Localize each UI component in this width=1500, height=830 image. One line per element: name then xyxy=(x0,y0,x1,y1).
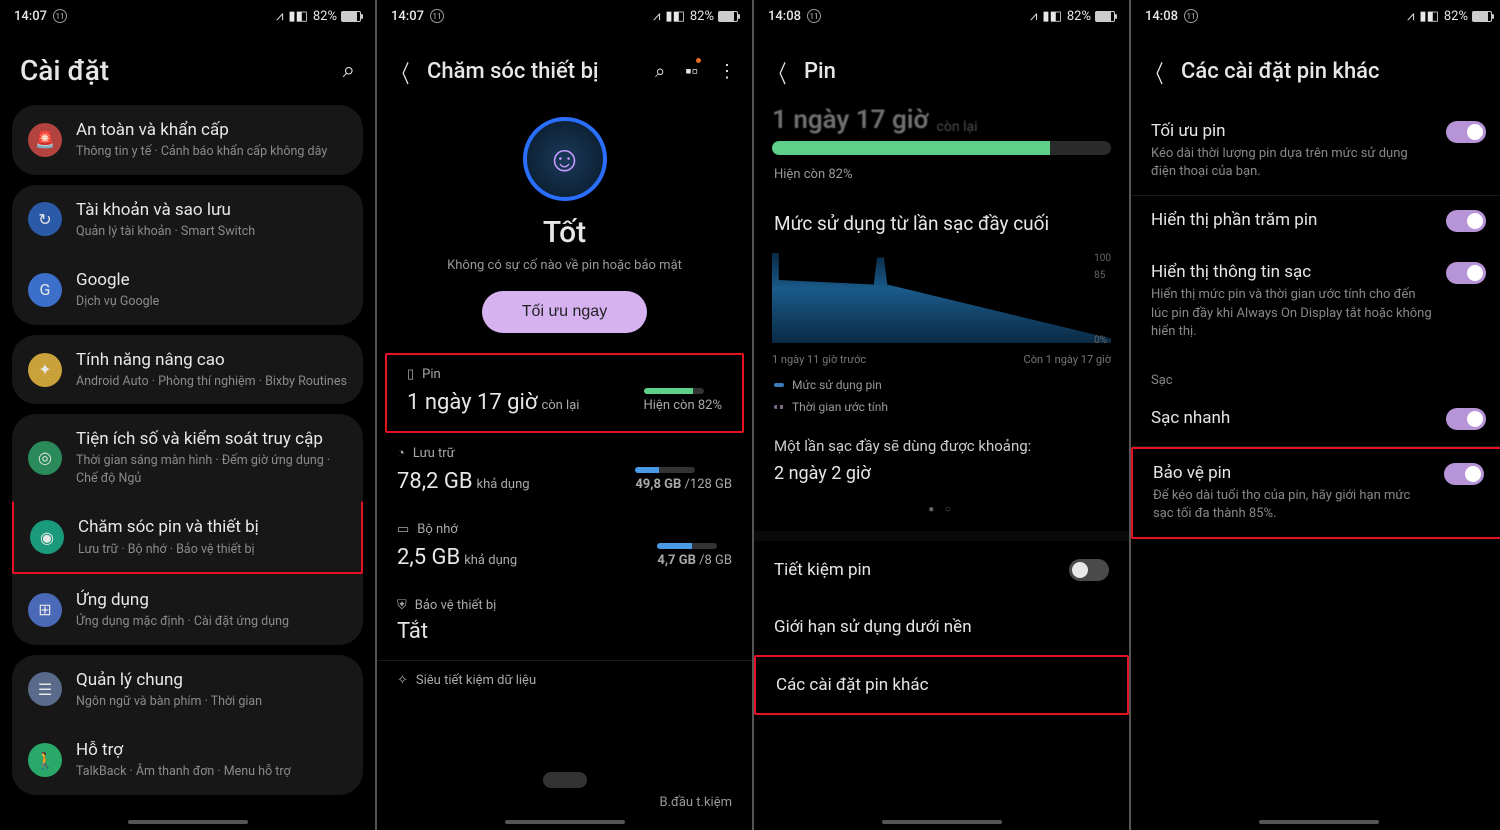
storage-icon: ◔ xyxy=(397,445,405,461)
power-saving-toggle[interactable] xyxy=(1069,559,1109,581)
row-apps[interactable]: ⊞ Ứng dụngỨng dụng mặc định · Cài đặt ứn… xyxy=(12,574,363,645)
clock: 14:07 xyxy=(14,9,47,24)
nav-handle[interactable] xyxy=(1259,820,1379,824)
screen-battery: 14:0811 ⩘▮◧82% 〈 Pin 1 ngày 17 giờcòn lạ… xyxy=(754,0,1129,830)
battery-indicator: 82% xyxy=(313,9,361,24)
percent-toggle[interactable] xyxy=(1446,210,1486,232)
page-dots[interactable]: ● ○ xyxy=(754,500,1129,531)
memory-stat-row[interactable]: ▭Bộ nhớ 2,5 GB khả dụng 4,7 GB /8 GB xyxy=(377,510,752,586)
page-title: Các cài đặt pin khác xyxy=(1181,59,1490,84)
search-icon[interactable]: ⌕ xyxy=(655,61,665,82)
chart-icon[interactable]: ▪▫ xyxy=(685,61,698,82)
memory-bar xyxy=(657,543,717,549)
more-icon[interactable]: ⋮ xyxy=(718,61,736,82)
page-title: Chăm sóc thiết bị xyxy=(427,59,641,84)
sync-icon: ↻ xyxy=(28,202,62,236)
battery-icon: ▯ xyxy=(407,367,414,382)
screen-device-care: 14:0711 ⩘▮◧82% 〈 Chăm sóc thiết bị ⌕ ▪▫ … xyxy=(377,0,752,830)
status-word: Tốt xyxy=(377,215,752,250)
row-protect-battery[interactable]: Bảo vệ pinĐể kéo dài tuổi thọ của pin, h… xyxy=(1131,447,1500,539)
legend-usage: Mức sử dụng pin xyxy=(754,374,1129,396)
wifi-icon: ⩘ xyxy=(653,9,660,24)
chart-x-right: Còn 1 ngày 17 giờ xyxy=(1024,353,1111,366)
chart-x-left: 1 ngày 11 giờ trước xyxy=(772,353,866,366)
status-face-icon: ☺ xyxy=(523,117,607,201)
shield-icon: ⛨ xyxy=(397,598,407,613)
row-device-care[interactable]: ◉ Chăm sóc pin và thiết bịLưu trữ · Bộ n… xyxy=(12,501,363,574)
row-fast-charge[interactable]: Sạc nhanh xyxy=(1131,394,1500,446)
super-save-row[interactable]: ✧Siêu tiết kiệm dữ liệu xyxy=(377,661,752,698)
battery-progress xyxy=(772,141,1111,155)
status-bar: 14:0811 ⩘▮◧82% xyxy=(1131,0,1500,32)
fast-charge-toggle[interactable] xyxy=(1446,408,1486,430)
row-accounts[interactable]: ↻ Tài khoản và sao lưuQuản lý tài khoản … xyxy=(12,185,363,255)
status-bar: 14:0811 ⩘▮◧82% xyxy=(754,0,1129,32)
row-sub: Thông tin y tế · Cảnh báo khẩn cấp không… xyxy=(76,143,347,161)
page-title: Pin xyxy=(804,59,1113,84)
row-general[interactable]: ☰ Quản lý chungNgôn ngữ và bàn phím · Th… xyxy=(12,655,363,725)
wellbeing-icon: ◎ xyxy=(28,441,62,475)
status-sub: Không có sự cố nào về pin hoặc bảo mật xyxy=(377,258,752,273)
screen-more-battery: 14:0811 ⩘▮◧82% 〈 Các cài đặt pin khác Tố… xyxy=(1131,0,1500,830)
accessibility-icon: 🚶 xyxy=(28,743,62,777)
nav-handle[interactable] xyxy=(128,820,248,824)
apps-icon: ⊞ xyxy=(28,593,62,627)
advanced-icon: ✦ xyxy=(28,353,62,387)
signal-icon: ▮◧ xyxy=(288,9,307,24)
full-charge-value: 2 ngày 2 giờ xyxy=(754,463,1129,500)
usage-section-title: Mức sử dụng từ lần sạc đầy cuối xyxy=(754,188,1129,245)
search-icon[interactable]: ⌕ xyxy=(343,58,355,83)
remaining-time-partial: 1 ngày 17 giờcòn lại xyxy=(754,107,1129,135)
battery-stat-row[interactable]: ▯Pin 1 ngày 17 giờ còn lại Hiện còn 82% xyxy=(385,353,744,433)
nav-handle[interactable] xyxy=(882,820,1002,824)
row-more-battery-settings[interactable]: Các cài đặt pin khác xyxy=(754,655,1129,715)
status-bar: 14:0711 ⩘▮◧82% xyxy=(377,0,752,32)
storage-stat-row[interactable]: ◔Lưu trữ 78,2 GB khả dụng 49,8 GB /128 G… xyxy=(377,433,752,510)
back-icon[interactable]: 〈 xyxy=(770,54,787,89)
row-optimize-battery[interactable]: Tối ưu pinKéo dài thời lượng pin dựa trê… xyxy=(1131,107,1500,195)
start-saving-label: B.đầu t.kiệm xyxy=(660,795,732,810)
row-advanced[interactable]: ✦ Tính năng nâng caoAndroid Auto · Phòng… xyxy=(12,335,363,405)
data-saver-icon: ✧ xyxy=(397,673,408,688)
notif-count-icon: 11 xyxy=(53,9,67,23)
row-digital-wellbeing[interactable]: ◎ Tiện ích số và kiểm soát truy cậpThời … xyxy=(12,414,363,501)
row-power-saving[interactable]: Tiết kiệm pin xyxy=(754,541,1129,599)
section-charging: Sạc xyxy=(1131,355,1500,394)
battery-bar xyxy=(644,388,704,394)
page-title: Cài đặt xyxy=(20,54,109,87)
row-support[interactable]: 🚶 Hỗ trợTalkBack · Âm thanh đơn · Menu h… xyxy=(12,724,363,795)
optimize-toggle[interactable] xyxy=(1446,121,1486,143)
drag-handle[interactable] xyxy=(543,772,587,788)
google-icon: G xyxy=(28,273,62,307)
usage-chart[interactable]: 100850% xyxy=(754,253,1129,343)
legend-estimate: Thời gian ước tính xyxy=(754,396,1129,418)
device-care-icon: ◉ xyxy=(30,520,64,554)
nav-handle[interactable] xyxy=(505,820,625,824)
row-safety[interactable]: 🚨 An toàn và khẩn cấp Thông tin y tế · Cả… xyxy=(12,105,363,175)
general-icon: ☰ xyxy=(28,672,62,706)
siren-icon: 🚨 xyxy=(28,123,62,157)
row-show-percent[interactable]: Hiển thị phần trăm pin xyxy=(1131,196,1500,248)
memory-icon: ▭ xyxy=(397,522,409,537)
screen-settings: 14:07 11 ⩘ ▮◧ 82% Cài đặt ⌕ 🚨 An toàn và … xyxy=(0,0,375,830)
status-bar: 14:07 11 ⩘ ▮◧ 82% xyxy=(0,0,375,32)
wifi-icon: ⩘ xyxy=(276,9,283,24)
row-show-charging[interactable]: Hiển thị thông tin sạcHiển thị mức pin v… xyxy=(1131,248,1500,355)
row-google[interactable]: G GoogleDịch vụ Google xyxy=(12,254,363,325)
optimize-button[interactable]: Tối ưu ngay xyxy=(482,291,647,333)
row-title: An toàn và khẩn cấp xyxy=(76,119,347,141)
row-background-limit[interactable]: Giới hạn sử dụng dưới nền xyxy=(754,599,1129,655)
battery-percent-label: Hiện còn 82% xyxy=(754,161,1129,188)
charging-toggle[interactable] xyxy=(1446,262,1486,284)
protection-stat-row[interactable]: ⛨Bảo vệ thiết bị Tắt xyxy=(377,586,752,660)
protect-toggle[interactable] xyxy=(1444,463,1484,485)
back-icon[interactable]: 〈 xyxy=(1147,54,1164,89)
signal-icon: ▮◧ xyxy=(665,9,684,24)
storage-bar xyxy=(635,467,695,473)
back-icon[interactable]: 〈 xyxy=(393,54,410,89)
full-charge-label: Một lần sạc đầy sẽ dùng được khoảng: xyxy=(754,418,1129,463)
